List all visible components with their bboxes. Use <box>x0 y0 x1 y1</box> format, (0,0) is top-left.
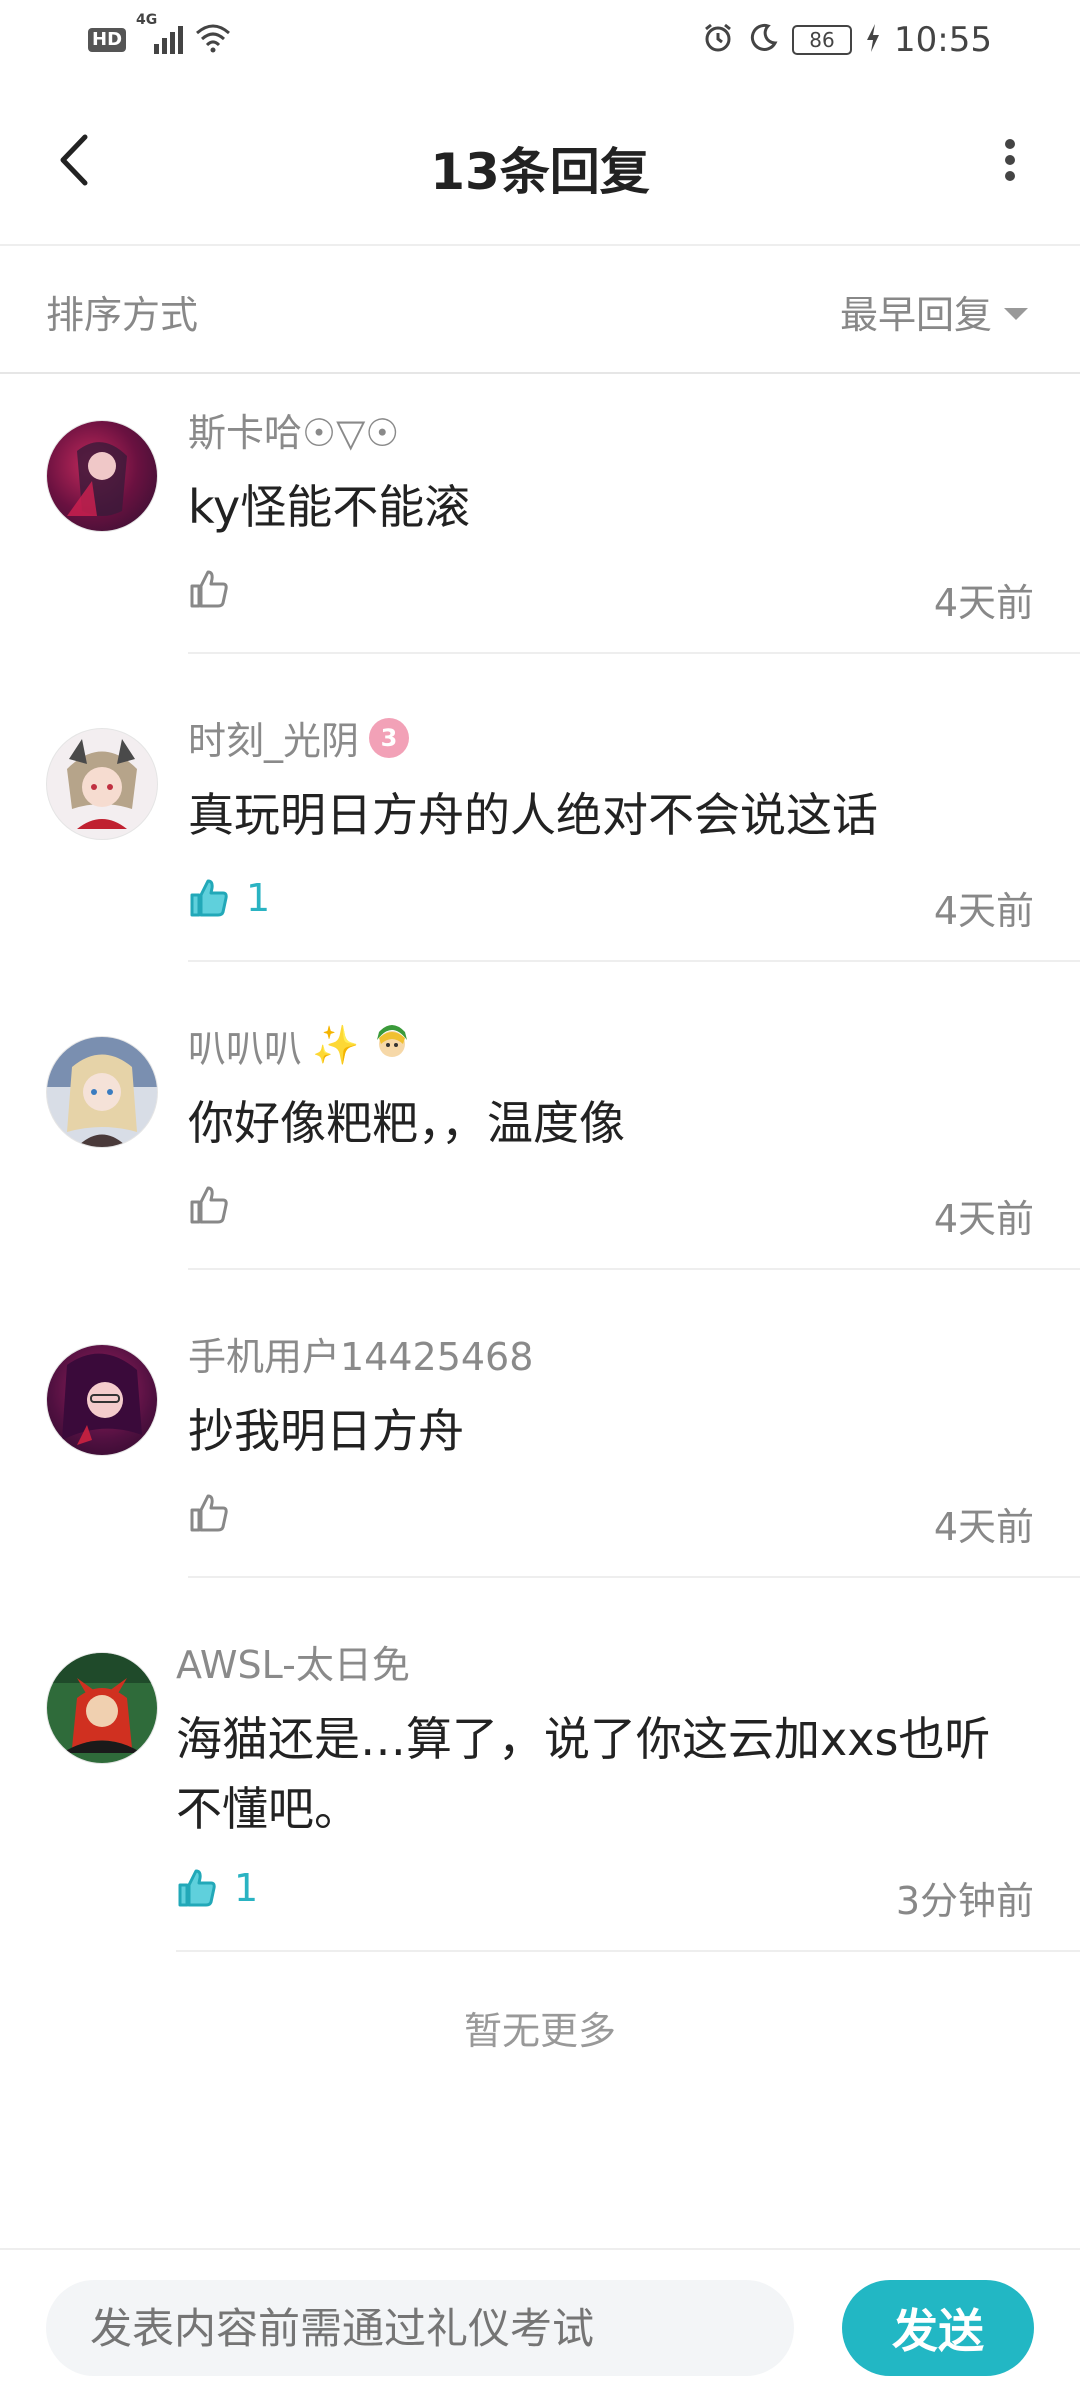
avatar[interactable] <box>46 1344 158 1456</box>
like-button[interactable] <box>188 1492 230 1534</box>
comment-author[interactable]: 斯卡哈☉▽☉ <box>188 402 399 457</box>
comment-time: 4天前 <box>933 1197 1034 1241</box>
avatar[interactable] <box>46 420 158 532</box>
more-vertical-icon <box>1005 139 1015 181</box>
divider <box>188 1576 1080 1578</box>
comment-time: 4天前 <box>933 889 1034 933</box>
character-badge-icon <box>369 1018 415 1073</box>
signal-icon: 4G <box>136 12 184 54</box>
like-button[interactable] <box>188 1184 230 1226</box>
more-options-button[interactable] <box>980 125 1040 195</box>
sort-dropdown[interactable]: 最早回复 <box>840 284 1028 339</box>
composer-bar: 发送 <box>0 2248 1080 2402</box>
comment-content-line: 不懂吧。 <box>176 1782 360 1836</box>
comment-item: 叭叭叭 ✨ 你好像粑粑，，温度像 4天前 <box>0 988 1080 1270</box>
battery-icon: 86 <box>792 25 853 55</box>
avatar[interactable] <box>46 728 158 840</box>
status-right: 86 10:55 <box>702 20 992 60</box>
like-count: 1 <box>246 876 271 920</box>
send-button[interactable]: 发送 <box>842 2280 1034 2376</box>
thumbs-up-icon <box>190 1494 228 1532</box>
author-name: 手机用户14425468 <box>188 1335 534 1379</box>
header: 13条回复 <box>0 80 1080 246</box>
sparkle-emoji-icon: ✨ <box>312 1023 360 1067</box>
comment-time: 4天前 <box>933 1505 1034 1549</box>
like-button[interactable]: 1 <box>188 876 270 920</box>
clock: 10:55 <box>894 20 992 60</box>
divider <box>188 652 1080 654</box>
comment-content-line: 海猫还是…算了，说了你这云加xxs也听 <box>176 1712 991 1766</box>
like-count: 1 <box>234 1866 259 1910</box>
like-button[interactable] <box>188 568 230 610</box>
comment-author[interactable]: 叭叭叭 ✨ <box>188 1018 415 1073</box>
comment-input[interactable] <box>46 2280 794 2376</box>
wifi-icon <box>195 23 231 57</box>
comment-item: 斯卡哈☉▽☉ ky怪能不能滚 4天前 <box>0 372 1080 654</box>
sort-selected-value: 最早回复 <box>839 293 992 337</box>
comment-content: 你好像粑粑，，温度像 <box>188 1096 625 1150</box>
divider <box>188 960 1080 962</box>
avatar[interactable] <box>46 1652 158 1764</box>
sort-bar: 排序方式 最早回复 <box>0 246 1080 374</box>
status-bar: HD 4G 86 10:55 <box>0 0 1080 80</box>
moon-icon <box>748 23 778 57</box>
comment-content: ky怪能不能滚 <box>188 480 471 534</box>
comment-author[interactable]: 手机用户14425468 <box>188 1326 533 1381</box>
status-left: HD 4G <box>88 12 231 60</box>
thumbs-up-filled-icon <box>190 879 228 917</box>
comment-author[interactable]: 时刻_光阴 3 <box>188 710 410 765</box>
comment-item: AWSL-太日免 海猫还是…算了，说了你这云加xxs也听 不懂吧。 1 3分钟前 <box>0 1604 1080 1956</box>
page-title: 13条回复 <box>430 143 650 201</box>
comment-content: 海猫还是…算了，说了你这云加xxs也听 不懂吧。 <box>176 1704 990 1844</box>
comment-author[interactable]: AWSL-太日免 <box>176 1634 410 1689</box>
alarm-icon <box>702 22 734 58</box>
comment-time: 4天前 <box>933 581 1034 625</box>
comment-item: 时刻_光阴 3 真玩明日方舟的人绝对不会说这话 1 4天前 <box>0 680 1080 962</box>
thumbs-up-icon <box>190 1186 228 1224</box>
sort-label: 排序方式 <box>46 293 199 337</box>
comment-content: 抄我明日方舟 <box>188 1404 464 1458</box>
author-name: AWSL-太日免 <box>176 1643 410 1687</box>
author-name: 叭叭叭 <box>188 1027 303 1071</box>
like-button[interactable]: 1 <box>176 1866 258 1910</box>
comment-item: 手机用户14425468 抄我明日方舟 4天前 <box>0 1296 1080 1578</box>
author-name: 斯卡哈☉▽☉ <box>188 411 400 455</box>
divider <box>176 1950 1080 1952</box>
divider <box>188 1268 1080 1270</box>
avatar[interactable] <box>46 1036 158 1148</box>
network-type: 4G <box>136 12 158 28</box>
thumbs-up-filled-icon <box>178 1869 216 1907</box>
battery-level: 86 <box>809 28 835 52</box>
comment-content: 真玩明日方舟的人绝对不会说这话 <box>188 788 878 842</box>
hd-icon: HD <box>88 28 127 52</box>
level-badge-icon: 3 <box>369 717 410 758</box>
charging-icon <box>866 24 880 56</box>
comment-time: 3分钟前 <box>895 1879 1034 1923</box>
no-more-text: 暂无更多 <box>463 2009 616 2053</box>
thumbs-up-icon <box>190 570 228 608</box>
author-name: 时刻_光阴 <box>188 719 360 763</box>
caret-down-icon <box>1004 307 1028 320</box>
